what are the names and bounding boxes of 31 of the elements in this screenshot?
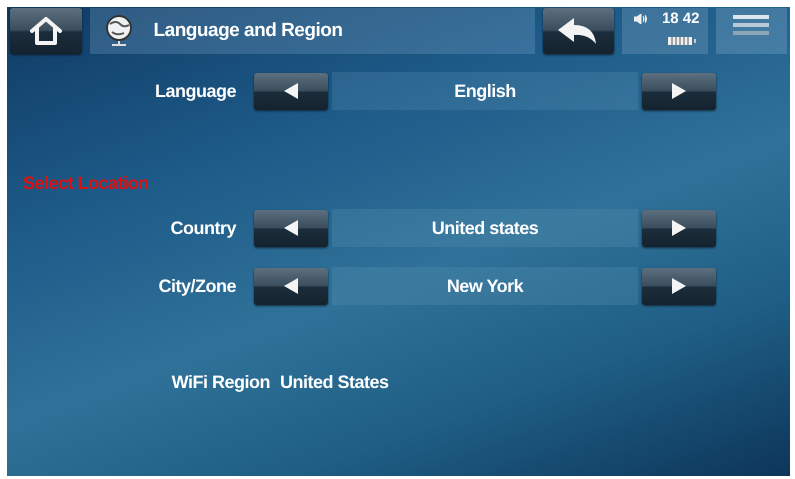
next-button[interactable]: [642, 210, 716, 246]
clock-time: 18 42: [662, 8, 700, 29]
previous-button[interactable]: [254, 72, 328, 110]
left-arrow-icon: [282, 82, 300, 100]
menu-button[interactable]: [716, 8, 788, 54]
left-arrow-icon: [282, 277, 300, 295]
setting-label: Country: [170, 216, 238, 240]
next-button[interactable]: [642, 268, 716, 304]
home-button[interactable]: [10, 8, 82, 54]
left-arrow-icon: [282, 219, 300, 237]
wifi-region-label: WiFi Region: [170, 371, 270, 394]
previous-button[interactable]: [254, 268, 328, 304]
menu-icon: [733, 15, 770, 37]
right-arrow-icon: [670, 82, 688, 100]
value-display: New York: [332, 267, 638, 305]
home-icon: [28, 16, 63, 46]
volume-icon: [634, 14, 648, 24]
globe-icon: [104, 14, 134, 48]
previous-button[interactable]: [254, 210, 328, 246]
setting-label: City/Zone: [157, 274, 237, 298]
back-button[interactable]: [542, 8, 614, 54]
right-arrow-icon: [670, 219, 688, 237]
wifi-region-value: United States: [280, 371, 389, 394]
right-arrow-icon: [670, 277, 688, 295]
section-heading: Select Location: [23, 172, 150, 195]
value-display: United states: [332, 209, 638, 247]
value-display: English: [332, 72, 638, 110]
next-button[interactable]: [642, 72, 716, 110]
window-title: Language and Region: [154, 18, 342, 43]
setting-label: Language: [154, 80, 237, 103]
battery-icon: [668, 36, 698, 46]
